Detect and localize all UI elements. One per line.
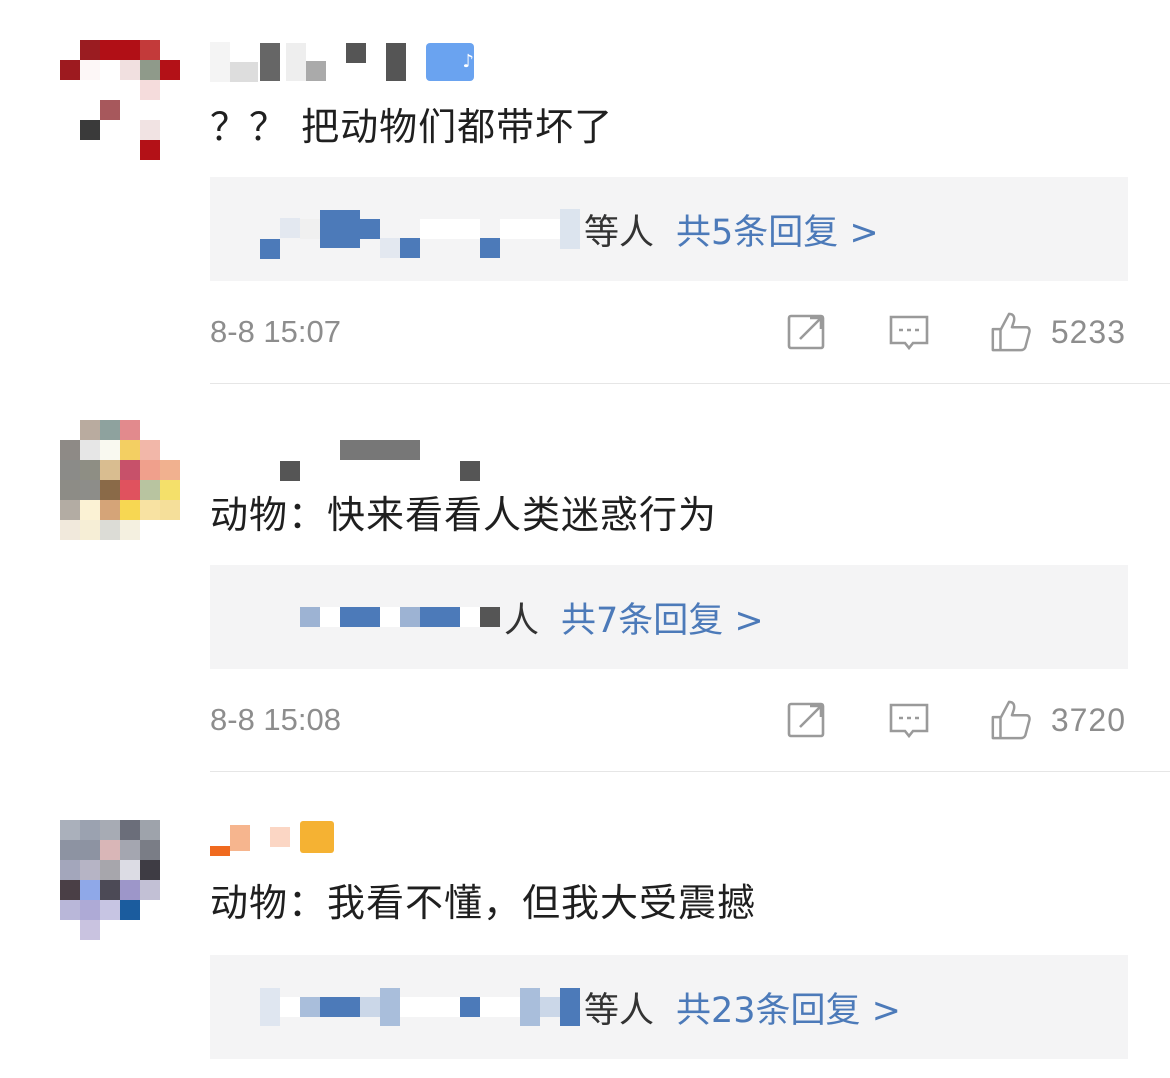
reply-etc: 等人 bbox=[584, 212, 655, 253]
comment-text: 动物：我看不懂，但我大受震撼 bbox=[210, 881, 757, 925]
replier-names bbox=[300, 565, 500, 669]
username[interactable]: ♪ bbox=[210, 40, 474, 84]
reply-count-link[interactable]: 共5条回复 > bbox=[676, 204, 879, 255]
reply-etc: 人 bbox=[504, 600, 540, 641]
replier-names bbox=[260, 177, 580, 281]
reply-preview[interactable]: 等人 共23条回复 > bbox=[210, 955, 1128, 1059]
like-icon[interactable] bbox=[989, 310, 1033, 354]
comment-icon[interactable] bbox=[887, 698, 931, 742]
like-count: 5233 bbox=[1050, 313, 1126, 350]
username[interactable] bbox=[210, 438, 480, 482]
action-bar: 3720 bbox=[785, 698, 1126, 742]
reply-preview[interactable]: 人 共7条回复 > bbox=[210, 565, 1128, 669]
avatar[interactable] bbox=[60, 820, 180, 940]
vip-badge-icon bbox=[300, 821, 334, 853]
like-icon[interactable] bbox=[989, 698, 1033, 742]
comment-text: ？？ 把动物们都带坏了 bbox=[210, 105, 614, 149]
avatar[interactable] bbox=[60, 40, 180, 160]
reply-preview[interactable]: 等人 共5条回复 > bbox=[210, 177, 1128, 281]
reply-count-link[interactable]: 共7条回复 > bbox=[561, 592, 764, 643]
reply-count-link[interactable]: 共23条回复 > bbox=[676, 982, 901, 1033]
comment-text: 动物：快来看看人类迷惑行为 bbox=[210, 493, 718, 537]
avatar[interactable] bbox=[60, 420, 180, 540]
vip-badge-icon: ♪ bbox=[426, 43, 474, 81]
action-bar: 5233 bbox=[785, 310, 1126, 354]
reply-etc: 等人 bbox=[584, 990, 655, 1031]
divider bbox=[210, 383, 1170, 384]
divider bbox=[210, 771, 1170, 772]
timestamp: 8-8 15:07 bbox=[210, 314, 341, 349]
like-count: 3720 bbox=[1050, 701, 1126, 738]
replier-names bbox=[260, 955, 580, 1059]
repost-icon[interactable] bbox=[785, 310, 829, 354]
username[interactable] bbox=[210, 815, 334, 859]
comment-icon[interactable] bbox=[887, 310, 931, 354]
repost-icon[interactable] bbox=[785, 698, 829, 742]
timestamp: 8-8 15:08 bbox=[210, 702, 341, 737]
